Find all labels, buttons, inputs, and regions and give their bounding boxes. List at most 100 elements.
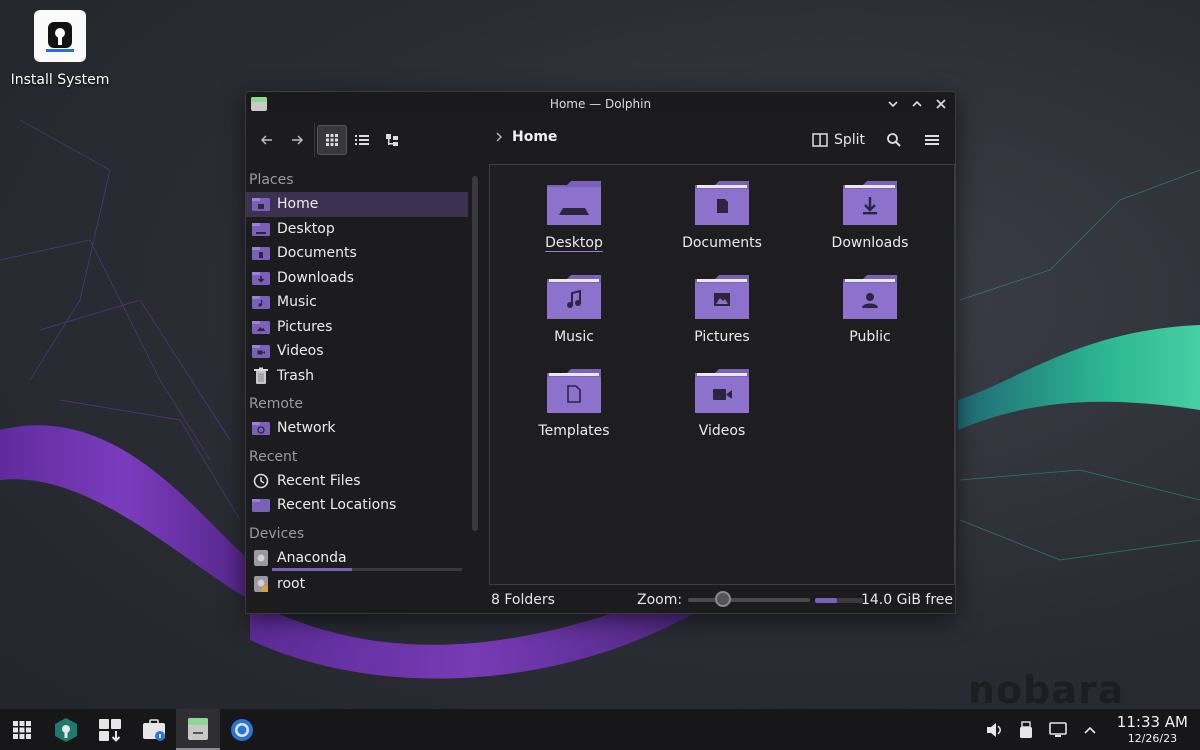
sidebar-item-label: Downloads: [277, 269, 354, 286]
sidebar-item-home[interactable]: Home: [246, 192, 468, 217]
dolphin-taskbar-button[interactable]: [176, 709, 220, 750]
folder-item[interactable]: Music: [514, 271, 634, 345]
folder-item[interactable]: Pictures: [662, 271, 782, 345]
sidebar-item-trash[interactable]: Trash: [246, 364, 468, 389]
sidebar-item-label: root: [277, 576, 306, 593]
section-devices: Devices: [249, 525, 305, 542]
free-space-bar: [815, 597, 863, 603]
sidebar-scrollbar[interactable]: [472, 176, 478, 531]
overview-icon: [99, 718, 121, 742]
folder-item[interactable]: Desktop: [514, 177, 634, 251]
discover-store-icon: [55, 717, 77, 742]
public-folder-icon: [843, 275, 897, 319]
tray-expand-icon[interactable]: [1078, 723, 1102, 737]
folder-item[interactable]: Videos: [662, 365, 782, 439]
zoom-slider[interactable]: [688, 591, 811, 607]
close-icon[interactable]: [931, 94, 951, 114]
pictures-folder-icon: [695, 275, 749, 319]
chromium-icon: [231, 718, 253, 741]
desktop-folder-icon: [251, 220, 271, 238]
sidebar-item-documents[interactable]: Documents: [246, 241, 468, 266]
back-arrow-icon: [260, 135, 272, 145]
desktop-folder-icon: [547, 181, 601, 225]
sidebar-item-label: Music: [277, 294, 317, 311]
sidebar-item-anaconda[interactable]: Anaconda: [246, 546, 468, 571]
documents-folder-icon: [251, 244, 271, 262]
search-button[interactable]: [879, 125, 909, 155]
zoom-slider-handle[interactable]: [715, 591, 732, 607]
clock-date: 12/26/23: [1127, 732, 1178, 745]
downloads-folder-icon: [843, 181, 897, 225]
sidebar-item-network[interactable]: Network: [246, 416, 468, 441]
folder-item[interactable]: Public: [810, 271, 930, 345]
folder-label: Pictures: [694, 329, 750, 345]
trash-icon: [251, 367, 271, 385]
split-button[interactable]: Split: [806, 125, 871, 155]
nobara-watermark: nobara: [968, 668, 1125, 712]
folder-icon: [251, 496, 271, 514]
usb-device-icon[interactable]: [1014, 720, 1038, 739]
breadcrumb[interactable]: Home: [494, 129, 557, 145]
menu-button[interactable]: [917, 125, 947, 155]
discover-store-button[interactable]: [44, 709, 88, 750]
folder-item[interactable]: Templates: [514, 365, 634, 439]
sidebar-item-recent-locations[interactable]: Recent Locations: [246, 493, 468, 518]
sidebar-item-label: Trash: [277, 367, 314, 384]
title-bar[interactable]: Home — Dolphin: [246, 92, 955, 116]
drive-locked-icon: [251, 575, 271, 593]
forward-button[interactable]: [282, 125, 312, 155]
folder-label: Music: [554, 329, 594, 345]
folder-label: Documents: [682, 235, 762, 251]
welcome-button[interactable]: [132, 709, 176, 750]
folder-view[interactable]: Desktop Documents Downloads Music Pictur…: [489, 164, 955, 584]
clock[interactable]: 11:33 AM 12/26/23: [1117, 713, 1188, 745]
section-remote: Remote: [249, 396, 304, 412]
minimize-icon[interactable]: [883, 94, 903, 114]
sidebar-item-downloads[interactable]: Downloads: [246, 266, 468, 291]
sidebar-item-desktop[interactable]: Desktop: [246, 217, 468, 242]
sidebar-item-label: Documents: [277, 245, 357, 262]
downloads-folder-icon: [251, 269, 271, 287]
volume-icon[interactable]: [982, 721, 1006, 739]
app-launcher-button[interactable]: [0, 709, 44, 750]
sidebar-item-label: Network: [277, 420, 336, 437]
maximize-icon[interactable]: [907, 94, 927, 114]
sidebar-item-label: Desktop: [277, 220, 335, 237]
details-view-button[interactable]: [347, 125, 377, 155]
compact-view-button[interactable]: [377, 125, 407, 155]
chevron-right-icon: [496, 132, 502, 142]
folder-item[interactable]: Documents: [662, 177, 782, 251]
forward-arrow-icon: [292, 135, 304, 145]
sidebar-item-label: Pictures: [277, 318, 333, 335]
sidebar-item-music[interactable]: Music: [246, 290, 468, 315]
sidebar-item-pictures[interactable]: Pictures: [246, 315, 468, 340]
taskbar: 11:33 AM 12/26/23: [0, 709, 1200, 750]
installer-icon: [34, 10, 86, 62]
back-button[interactable]: [252, 125, 282, 155]
folder-label: Public: [849, 329, 891, 345]
folder-item[interactable]: Downloads: [810, 177, 930, 251]
sidebar-item-recent-files[interactable]: Recent Files: [246, 469, 468, 494]
sidebar-item-videos[interactable]: Videos: [246, 339, 468, 364]
sidebar-item-label: Home: [277, 196, 319, 213]
desktop-icon-install-system[interactable]: Install System: [10, 10, 110, 88]
clock-time: 11:33 AM: [1116, 713, 1188, 731]
sidebar-item-label: Anaconda: [277, 549, 347, 566]
home-folder-icon: [251, 195, 271, 213]
videos-folder-icon: [695, 369, 749, 413]
overview-button[interactable]: [88, 709, 132, 750]
toolbar: Home Split: [246, 116, 955, 164]
icons-view-button[interactable]: [317, 125, 347, 155]
music-folder-icon: [547, 275, 601, 319]
breadcrumb-home[interactable]: Home: [512, 129, 557, 145]
folder-count: 8 Folders: [491, 592, 555, 608]
templates-folder-icon: [547, 369, 601, 413]
display-icon[interactable]: [1046, 721, 1070, 739]
section-recent: Recent: [249, 448, 298, 465]
sidebar-item-label: Recent Files: [277, 472, 361, 489]
sidebar-item-root[interactable]: root: [246, 572, 468, 597]
status-bar: 8 Folders Zoom: 14.0 GiB free: [489, 584, 955, 613]
chromium-button[interactable]: [220, 709, 264, 750]
window-title: Home — Dolphin: [549, 97, 652, 111]
section-places: Places: [249, 172, 294, 188]
